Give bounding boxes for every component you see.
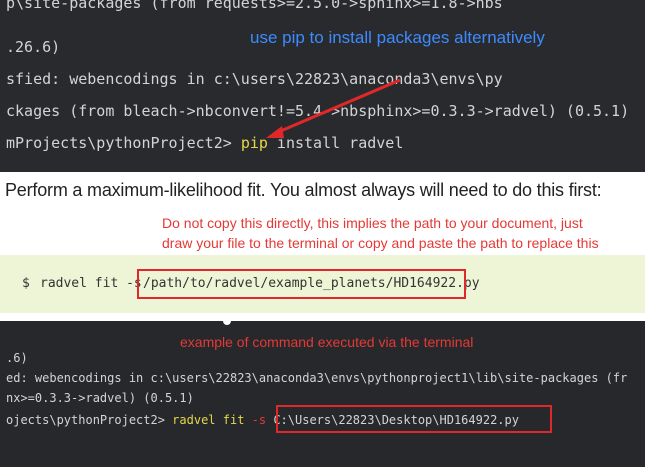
path-highlight-box [137, 269, 466, 299]
terminal-line: nx>=0.3.3->radvel) (0.5.1) [6, 391, 194, 405]
terminal-prompt: mProjects\pythonProject2> [6, 134, 241, 152]
terminal-line: p\site-packages (from requests>=2.5.0->s… [6, 0, 503, 12]
terminal-command-line: mProjects\pythonProject2> pip install ra… [6, 134, 403, 152]
path-note-line1: Do not copy this directly, this implies … [162, 215, 583, 231]
command-args: install radvel [267, 134, 404, 152]
terminal-line: .6) [6, 351, 28, 365]
cursor-dot [223, 317, 231, 325]
executed-path-highlight-box [276, 405, 552, 433]
terminal-line: .26.6) [6, 38, 61, 56]
pip-keyword: pip [240, 134, 268, 152]
terminal-line: sfied: webencodings in c:\users\22823\an… [6, 70, 503, 88]
terminal-top[interactable]: p\site-packages (from requests>=2.5.0->s… [0, 0, 645, 172]
terminal-bottom[interactable]: example of command executed via the term… [0, 321, 645, 467]
pip-annotation: use pip to install packages alternativel… [250, 28, 545, 47]
code-prompt: $ [22, 276, 30, 291]
terminal-prompt: ojects\pythonProject2> [6, 413, 173, 427]
doc-heading: Perform a maximum-likelihood fit. You al… [5, 180, 602, 200]
terminal-line: ckages (from bleach->nbconvert!=5.4->nbs… [6, 102, 630, 120]
radvel-command: radvel fit [172, 413, 245, 427]
terminal-line: ed: webencodings in c:\users\22823\anaco… [6, 371, 628, 385]
flag-arg: -s [244, 413, 274, 427]
example-annotation: example of command executed via the term… [180, 334, 474, 350]
code-command: radvel fit -s [40, 276, 142, 291]
path-note-line2: draw your file to the terminal or copy a… [162, 235, 599, 251]
